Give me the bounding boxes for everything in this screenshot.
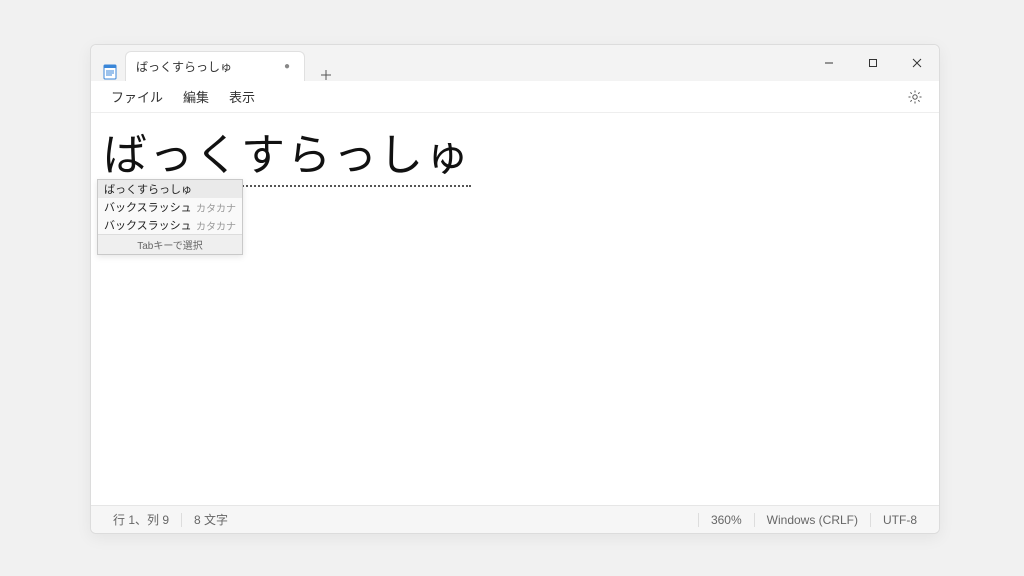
ime-candidate-1[interactable]: ばっくすらっしゅ xyxy=(98,180,242,198)
ime-composing-text: ばっくすらっしゅ xyxy=(103,119,471,187)
ime-footer-hint: Tabキーで選択 xyxy=(98,234,242,254)
editor-area[interactable]: ばっくすらっしゅ ばっくすらっしゅ バックスラッシュの カタカナ バックスラッシ… xyxy=(91,113,939,505)
ime-candidate-2[interactable]: バックスラッシュの カタカナ xyxy=(98,198,242,216)
menubar: ファイル 編集 表示 xyxy=(91,81,939,113)
titlebar: ばっくすらっしゅ ● xyxy=(91,45,939,81)
ime-candidate-popup: ばっくすらっしゅ バックスラッシュの カタカナ バックスラッシュの打ち方 カタカ… xyxy=(97,179,243,255)
ime-candidate-text: バックスラッシュの xyxy=(104,199,192,215)
ime-candidate-hint: カタカナ xyxy=(196,200,236,215)
ime-candidate-hint: カタカナ xyxy=(196,218,236,233)
app-window: ばっくすらっしゅ ● ファイル 編集 表示 xyxy=(90,44,940,534)
statusbar: 行 1、列 9 8 文字 360% Windows (CRLF) UTF-8 xyxy=(91,505,939,533)
status-encoding[interactable]: UTF-8 xyxy=(871,513,929,527)
new-tab-button[interactable] xyxy=(311,69,341,81)
tab-zone: ばっくすらっしゅ ● xyxy=(91,45,807,81)
document-tab[interactable]: ばっくすらっしゅ ● xyxy=(125,51,305,81)
status-zoom[interactable]: 360% xyxy=(699,513,754,527)
minimize-button[interactable] xyxy=(807,45,851,81)
close-button[interactable] xyxy=(895,45,939,81)
menu-file[interactable]: ファイル xyxy=(101,83,173,110)
status-position[interactable]: 行 1、列 9 xyxy=(101,511,181,528)
ime-candidate-text: ばっくすらっしゅ xyxy=(104,181,232,197)
menu-edit[interactable]: 編集 xyxy=(173,83,219,110)
unsaved-indicator-icon: ● xyxy=(280,61,294,72)
status-lineending[interactable]: Windows (CRLF) xyxy=(755,513,870,527)
settings-button[interactable] xyxy=(901,83,929,111)
status-charcount[interactable]: 8 文字 xyxy=(182,511,240,528)
maximize-button[interactable] xyxy=(851,45,895,81)
ime-candidate-text: バックスラッシュの打ち方 xyxy=(104,217,192,233)
gear-icon xyxy=(907,89,923,105)
window-controls xyxy=(807,45,939,81)
ime-candidate-3[interactable]: バックスラッシュの打ち方 カタカナ xyxy=(98,216,242,234)
notepad-app-icon xyxy=(101,63,119,81)
menu-view[interactable]: 表示 xyxy=(219,83,265,110)
tab-title: ばっくすらっしゅ xyxy=(136,58,232,75)
